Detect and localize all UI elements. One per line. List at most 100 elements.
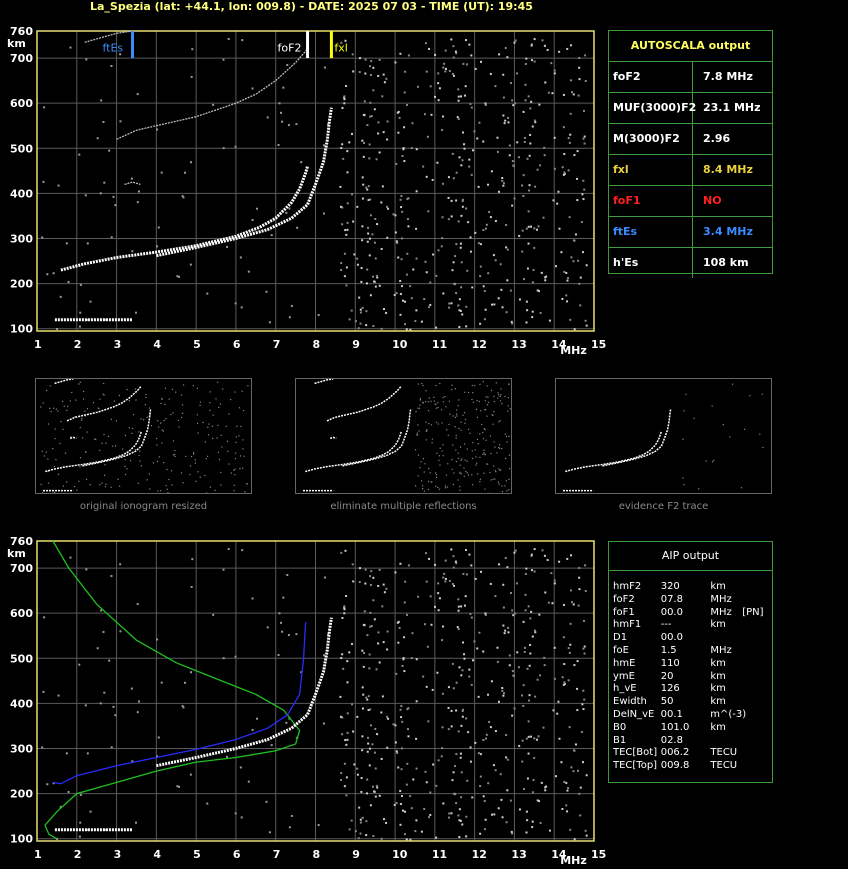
noise-point (509, 591, 512, 594)
thumb-noise (164, 403, 166, 406)
thumb-noise (52, 447, 54, 450)
thumb-noise (683, 410, 685, 412)
noise-point (69, 556, 72, 559)
thumb-noise (415, 410, 417, 413)
noise-point (393, 803, 396, 806)
thumb-noise (190, 455, 193, 458)
thumb-noise (459, 446, 462, 448)
thumb-noise (66, 409, 68, 412)
thumb-noise (152, 462, 155, 464)
thumb-noise (419, 404, 421, 406)
noise-point (454, 793, 457, 796)
noise-point (553, 677, 556, 680)
noise-point (373, 618, 376, 621)
thumb-noise (431, 442, 433, 444)
thumb-noise (458, 399, 460, 401)
noise-point (282, 596, 285, 599)
noise-point (522, 704, 525, 707)
thumb-noise (193, 453, 195, 455)
noise-point (190, 585, 193, 588)
noise-point (110, 746, 113, 749)
autoscala-key: M(3000)F2 (609, 124, 693, 154)
thumb-noise (156, 444, 158, 446)
noise-point (428, 557, 431, 560)
thumb-noise (499, 469, 501, 471)
noise-point (368, 653, 371, 656)
noise-point (548, 829, 551, 832)
noise-point (504, 629, 507, 632)
thumb-noise (493, 395, 495, 398)
thumb-noise (139, 460, 141, 462)
thumb-noise (104, 486, 107, 488)
noise-point (521, 694, 524, 697)
noise-point (457, 609, 460, 612)
thumb-noise (474, 385, 476, 387)
thumb-noise (64, 452, 67, 454)
noise-point (506, 789, 509, 792)
thumb-noise (439, 464, 441, 466)
noise-point (387, 717, 390, 720)
thumb-noise (414, 485, 417, 487)
thumb-noise (146, 479, 148, 481)
thumb-noise (509, 408, 511, 410)
thumb-noise (212, 437, 214, 439)
noise-point (585, 834, 588, 837)
noise-point (404, 810, 407, 813)
thumb-noise (218, 458, 221, 461)
noise-point (517, 666, 520, 669)
noise-point (521, 760, 524, 763)
thumb-noise (430, 400, 432, 403)
noise-point (526, 819, 529, 822)
aip-row: hmF2 320 km (613, 581, 726, 592)
noise-point (371, 785, 374, 788)
noise-point (530, 569, 533, 572)
thumb-noise (214, 489, 216, 492)
thumb-noise (115, 420, 118, 422)
noise-point (448, 812, 451, 815)
noise-point (344, 739, 347, 742)
thumb-noise (165, 418, 167, 420)
thumb-noise (705, 460, 707, 462)
thumb-noise (685, 393, 687, 395)
noise-point (499, 773, 502, 776)
x-tick-label: 3 (114, 848, 122, 861)
noise-point (511, 609, 514, 612)
thumb-noise (156, 437, 158, 440)
thumb-noise (416, 433, 418, 436)
noise-point (381, 605, 384, 608)
noise-point (366, 698, 369, 701)
noise-point (476, 647, 479, 650)
x-tick-label: 8 (313, 848, 321, 861)
thumb-noise (139, 450, 141, 452)
noise-point (474, 577, 477, 580)
noise-point (532, 779, 535, 782)
noise-point (323, 576, 326, 579)
noise-point (290, 814, 293, 817)
thumb-noise (424, 463, 426, 465)
noise-point (437, 582, 440, 585)
y-tick-label: 600 (10, 607, 33, 620)
noise-point (346, 660, 349, 663)
x-tick-label: 9 (352, 848, 360, 861)
thumb-noise (501, 402, 503, 405)
thumb-noise (194, 462, 196, 464)
thumb-noise (426, 429, 428, 431)
y-tick-label: 200 (10, 788, 33, 801)
noise-point (568, 726, 571, 729)
x-tick-label: 6 (233, 848, 241, 861)
noise-point (568, 651, 571, 654)
autoscala-key: foF2 (609, 62, 693, 92)
thumb-noise (442, 444, 444, 446)
noise-point (528, 694, 531, 697)
thumb-noise (233, 469, 235, 471)
noise-point (57, 694, 60, 697)
noise-point (561, 807, 564, 810)
thumb-noise (465, 470, 467, 473)
thumb-noise (501, 447, 503, 450)
thumb-noise (73, 485, 76, 488)
thumb-noise (41, 450, 43, 452)
thumb-noise (67, 405, 69, 407)
autoscala-key: ftEs (609, 217, 693, 247)
thumb-noise (493, 410, 495, 413)
noise-point (420, 830, 423, 833)
